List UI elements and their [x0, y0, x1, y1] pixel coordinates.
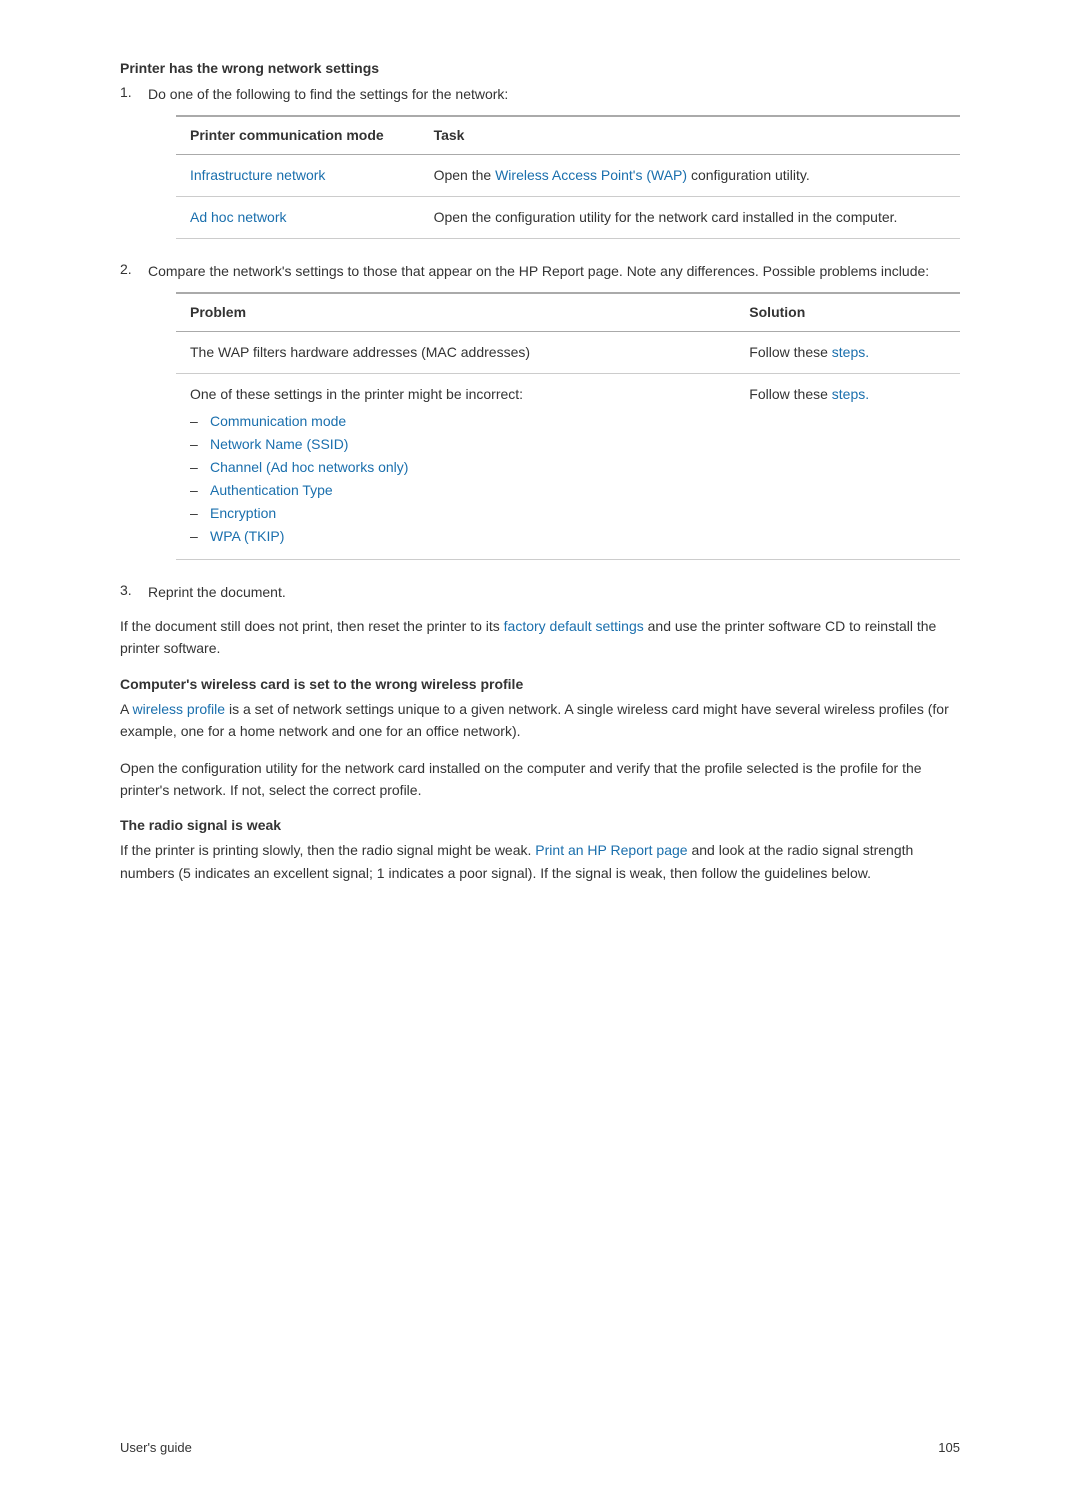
- footer-left: User's guide: [120, 1440, 192, 1455]
- list-item: –Communication mode: [190, 411, 721, 432]
- table2-col2-header: Solution: [735, 293, 960, 332]
- step-2-text: Compare the network's settings to those …: [148, 263, 929, 279]
- list-item: –Authentication Type: [190, 480, 721, 501]
- table1-col2-header: Task: [420, 116, 960, 155]
- table-communication-mode: Printer communication mode Task Infrastr…: [176, 115, 960, 239]
- para2-before: A: [120, 701, 132, 717]
- step-1-num: 1.: [120, 84, 148, 249]
- print-report-link[interactable]: Print an HP Report page: [535, 842, 687, 858]
- table1-row1-col2-text: Open the: [434, 167, 496, 183]
- step-3-item: 3. Reprint the document.: [120, 582, 960, 603]
- adhoc-network-link[interactable]: Ad hoc network: [190, 209, 287, 225]
- para-open-config: Open the configuration utility for the n…: [120, 757, 960, 802]
- step-2-content: Compare the network's settings to those …: [148, 261, 960, 570]
- footer-right: 105: [938, 1440, 960, 1455]
- steps-link-2[interactable]: steps.: [832, 386, 869, 402]
- table1-col1-header: Printer communication mode: [176, 116, 420, 155]
- step-3-text: Reprint the document.: [148, 584, 286, 600]
- step-1-item: 1. Do one of the following to find the s…: [120, 84, 960, 249]
- list-item: –Channel (Ad hoc networks only): [190, 457, 721, 478]
- comm-mode-link[interactable]: Communication mode: [210, 411, 346, 432]
- section-heading-2: Computer's wireless card is set to the w…: [120, 676, 960, 692]
- auth-type-link[interactable]: Authentication Type: [210, 480, 333, 501]
- wpa-link[interactable]: WPA (TKIP): [210, 526, 284, 547]
- table1-row1-col2-text2: configuration utility.: [687, 167, 810, 183]
- step-2-num: 2.: [120, 261, 148, 570]
- settings-sublist: –Communication mode –Network Name (SSID)…: [190, 411, 721, 547]
- step-3-content: Reprint the document.: [148, 582, 960, 603]
- table-row: Ad hoc network Open the configuration ut…: [176, 197, 960, 239]
- network-name-link[interactable]: Network Name (SSID): [210, 434, 348, 455]
- table-row: One of these settings in the printer mig…: [176, 374, 960, 560]
- steps-link-1[interactable]: steps.: [832, 344, 869, 360]
- channel-link[interactable]: Channel (Ad hoc networks only): [210, 457, 408, 478]
- factory-default-link[interactable]: factory default settings: [504, 618, 644, 634]
- table2-row2-col1-text: One of these settings in the printer mig…: [190, 386, 523, 402]
- para4-before: If the printer is printing slowly, then …: [120, 842, 535, 858]
- para-radio-signal: If the printer is printing slowly, then …: [120, 839, 960, 884]
- table-row: Infrastructure network Open the Wireless…: [176, 155, 960, 197]
- section-heading-1: Printer has the wrong network settings: [120, 60, 960, 76]
- table1-row2-col2-text: Open the configuration utility for the n…: [434, 209, 898, 225]
- page-footer: User's guide 105: [120, 1440, 960, 1455]
- wap-link[interactable]: Wireless Access Point's (WAP): [495, 167, 687, 183]
- infrastructure-network-link[interactable]: Infrastructure network: [190, 167, 325, 183]
- section-heading-3: The radio signal is weak: [120, 817, 960, 833]
- encryption-link[interactable]: Encryption: [210, 503, 276, 524]
- para2-after: is a set of network settings unique to a…: [120, 701, 949, 739]
- wireless-profile-link[interactable]: wireless profile: [132, 701, 225, 717]
- table-row: The WAP filters hardware addresses (MAC …: [176, 332, 960, 374]
- step-1-content: Do one of the following to find the sett…: [148, 84, 960, 249]
- table2-row1-col1-text: The WAP filters hardware addresses (MAC …: [190, 344, 530, 360]
- list-item: –WPA (TKIP): [190, 526, 721, 547]
- step-1-text: Do one of the following to find the sett…: [148, 86, 508, 102]
- para1-before: If the document still does not print, th…: [120, 618, 504, 634]
- list-item: –Encryption: [190, 503, 721, 524]
- table2-row1-col2-text: Follow these: [749, 344, 831, 360]
- list-item: –Network Name (SSID): [190, 434, 721, 455]
- table2-row2-col2-text: Follow these: [749, 386, 831, 402]
- step-2-item: 2. Compare the network's settings to tho…: [120, 261, 960, 570]
- para-factory-reset: If the document still does not print, th…: [120, 615, 960, 660]
- step-3-num: 3.: [120, 582, 148, 603]
- para-wireless-profile: A wireless profile is a set of network s…: [120, 698, 960, 743]
- table2-col1-header: Problem: [176, 293, 735, 332]
- table-problems: Problem Solution The WAP filters hardwar…: [176, 292, 960, 560]
